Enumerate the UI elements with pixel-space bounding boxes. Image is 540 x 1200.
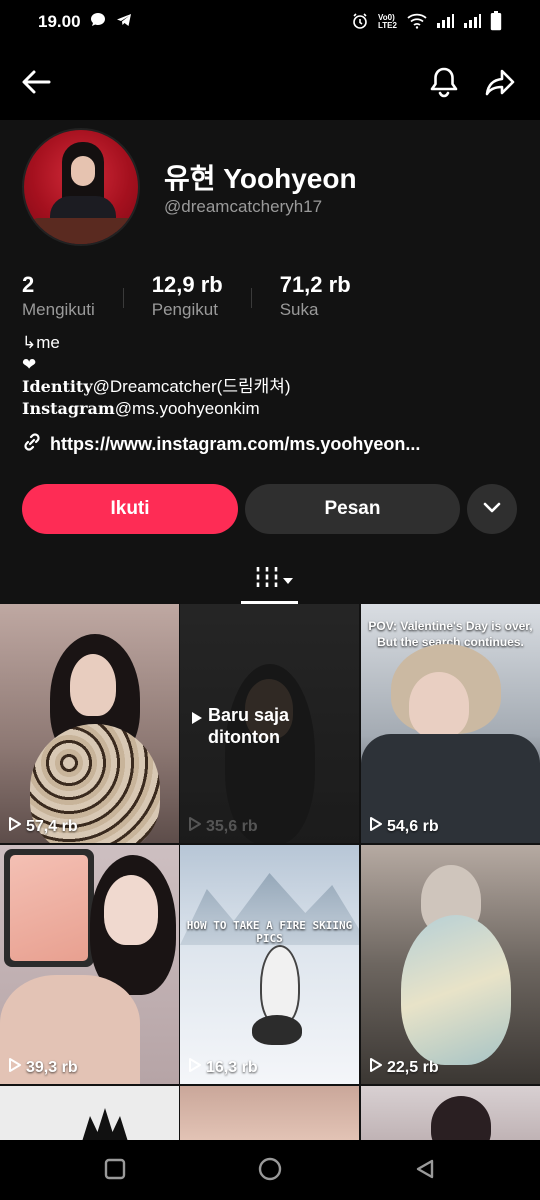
video-thumbnail[interactable]: 39,3 rb [0, 845, 179, 1084]
tab-videos[interactable] [255, 564, 293, 595]
stat-following[interactable]: 2 Mengikuti [22, 272, 125, 320]
video-thumbnail[interactable] [0, 1086, 179, 1142]
video-thumbnail[interactable] [361, 1086, 540, 1142]
video-views: 54,6 rb [369, 816, 439, 837]
telegram-icon [115, 11, 133, 34]
bio-text: @Dreamcatcher(드림캐쳐) [92, 377, 291, 396]
circle-home-icon[interactable] [258, 1157, 282, 1186]
play-icon [192, 707, 202, 748]
arrow-left-icon[interactable] [16, 62, 56, 102]
signal-icon [463, 13, 481, 31]
grid-bars-icon [255, 564, 279, 595]
status-left: 19.00 [38, 11, 133, 34]
square-recent-icon[interactable] [104, 1158, 126, 1185]
chevron-down-icon [483, 498, 501, 520]
video-thumbnail[interactable]: POV: Valentine's Day is over, But the se… [361, 604, 540, 843]
stat-value: 12,9 rb [151, 272, 223, 297]
link-icon [22, 432, 42, 457]
stat-followers[interactable]: 12,9 rb Pengikut [152, 272, 253, 320]
status-bar: 19.00 Vo0) LTE2 [0, 0, 540, 44]
top-bar [0, 44, 540, 120]
bio-line: 𝐈𝐧𝐬𝐭𝐚𝐠𝐫𝐚𝐦@ms.yoohyeonkim [22, 398, 291, 420]
profile-link[interactable]: https://www.instagram.com/ms.yoohyeon... [22, 432, 420, 457]
avatar[interactable] [22, 128, 140, 246]
play-icon [369, 816, 383, 837]
volte-icon: Vo0) LTE2 [378, 13, 397, 30]
profile-bio: ↳me ❤ 𝐈𝐝𝐞𝐧𝐭𝐢𝐭𝐲@Dreamcatcher(드림캐쳐) 𝐈𝐧𝐬𝐭𝐚𝐠… [22, 332, 291, 420]
bio-line: 𝐈𝐝𝐞𝐧𝐭𝐢𝐭𝐲@Dreamcatcher(드림캐쳐) [22, 376, 291, 398]
message-button[interactable]: Pesan [245, 484, 460, 534]
stat-label: Mengikuti [22, 300, 95, 319]
bio-line: ↳me [22, 333, 60, 352]
follow-button[interactable]: Ikuti [22, 484, 238, 534]
video-thumbnail[interactable] [180, 1086, 359, 1142]
video-views: 57,4 rb [8, 816, 78, 837]
alarm-icon [351, 12, 369, 33]
profile-stats: 2 Mengikuti 12,9 rb Pengikut 71,2 rb Suk… [22, 272, 381, 320]
bio-bold: 𝐈𝐝𝐞𝐧𝐭𝐢𝐭𝐲 [22, 377, 93, 396]
video-views: 39,3 rb [8, 1057, 78, 1078]
recently-watched-label: Baru saja ditonton [192, 704, 318, 748]
caret-down-icon [283, 571, 293, 589]
profile-name: 유현 Yoohyeon [164, 163, 357, 194]
link-text: https://www.instagram.com/ms.yoohyeon... [50, 434, 421, 454]
play-icon [369, 1057, 383, 1078]
profile-handle: @dreamcatcheryh17 [164, 197, 323, 216]
status-time: 19.00 [38, 12, 81, 31]
stat-label: Pengikut [151, 300, 218, 319]
video-caption: HOW TO TAKE A FIRE SKIING PICS [186, 919, 353, 945]
tab-bar [0, 556, 540, 604]
chat-bubble-icon [89, 11, 107, 34]
bio-bold: 𝐈𝐧𝐬𝐭𝐚𝐠𝐫𝐚𝐦 [22, 399, 115, 418]
share-arrow-icon[interactable] [480, 62, 520, 102]
play-icon [8, 1057, 22, 1078]
battery-icon [490, 10, 502, 34]
triangle-back-icon[interactable] [414, 1158, 436, 1185]
video-views: 22,5 rb [369, 1057, 439, 1078]
video-thumbnail[interactable]: 22,5 rb [361, 845, 540, 1084]
bio-text: @ms.yoohyeonkim [114, 399, 260, 418]
stat-label: Suka [279, 300, 319, 319]
bell-icon[interactable] [424, 62, 464, 102]
stat-value: 2 [22, 272, 35, 297]
video-thumbnail[interactable]: 57,4 rb [0, 604, 179, 843]
video-views: 16,3 rb [188, 1057, 258, 1078]
wifi-icon [407, 13, 427, 32]
play-icon [188, 816, 202, 837]
video-thumbnail[interactable]: Baru saja ditonton 35,6 rb [180, 604, 359, 843]
status-right: Vo0) LTE2 [351, 10, 502, 34]
play-icon [188, 1057, 202, 1078]
signal-icon [436, 13, 454, 31]
stat-likes[interactable]: 71,2 rb Suka [280, 272, 381, 320]
video-views: 35,6 rb [188, 816, 258, 837]
bio-line: ❤ [22, 355, 37, 374]
system-nav-bar [0, 1140, 540, 1200]
stat-value: 71,2 rb [279, 272, 351, 297]
more-button[interactable] [467, 484, 517, 534]
video-thumbnail[interactable]: HOW TO TAKE A FIRE SKIING PICS 16,3 rb [180, 845, 359, 1084]
play-icon [8, 816, 22, 837]
